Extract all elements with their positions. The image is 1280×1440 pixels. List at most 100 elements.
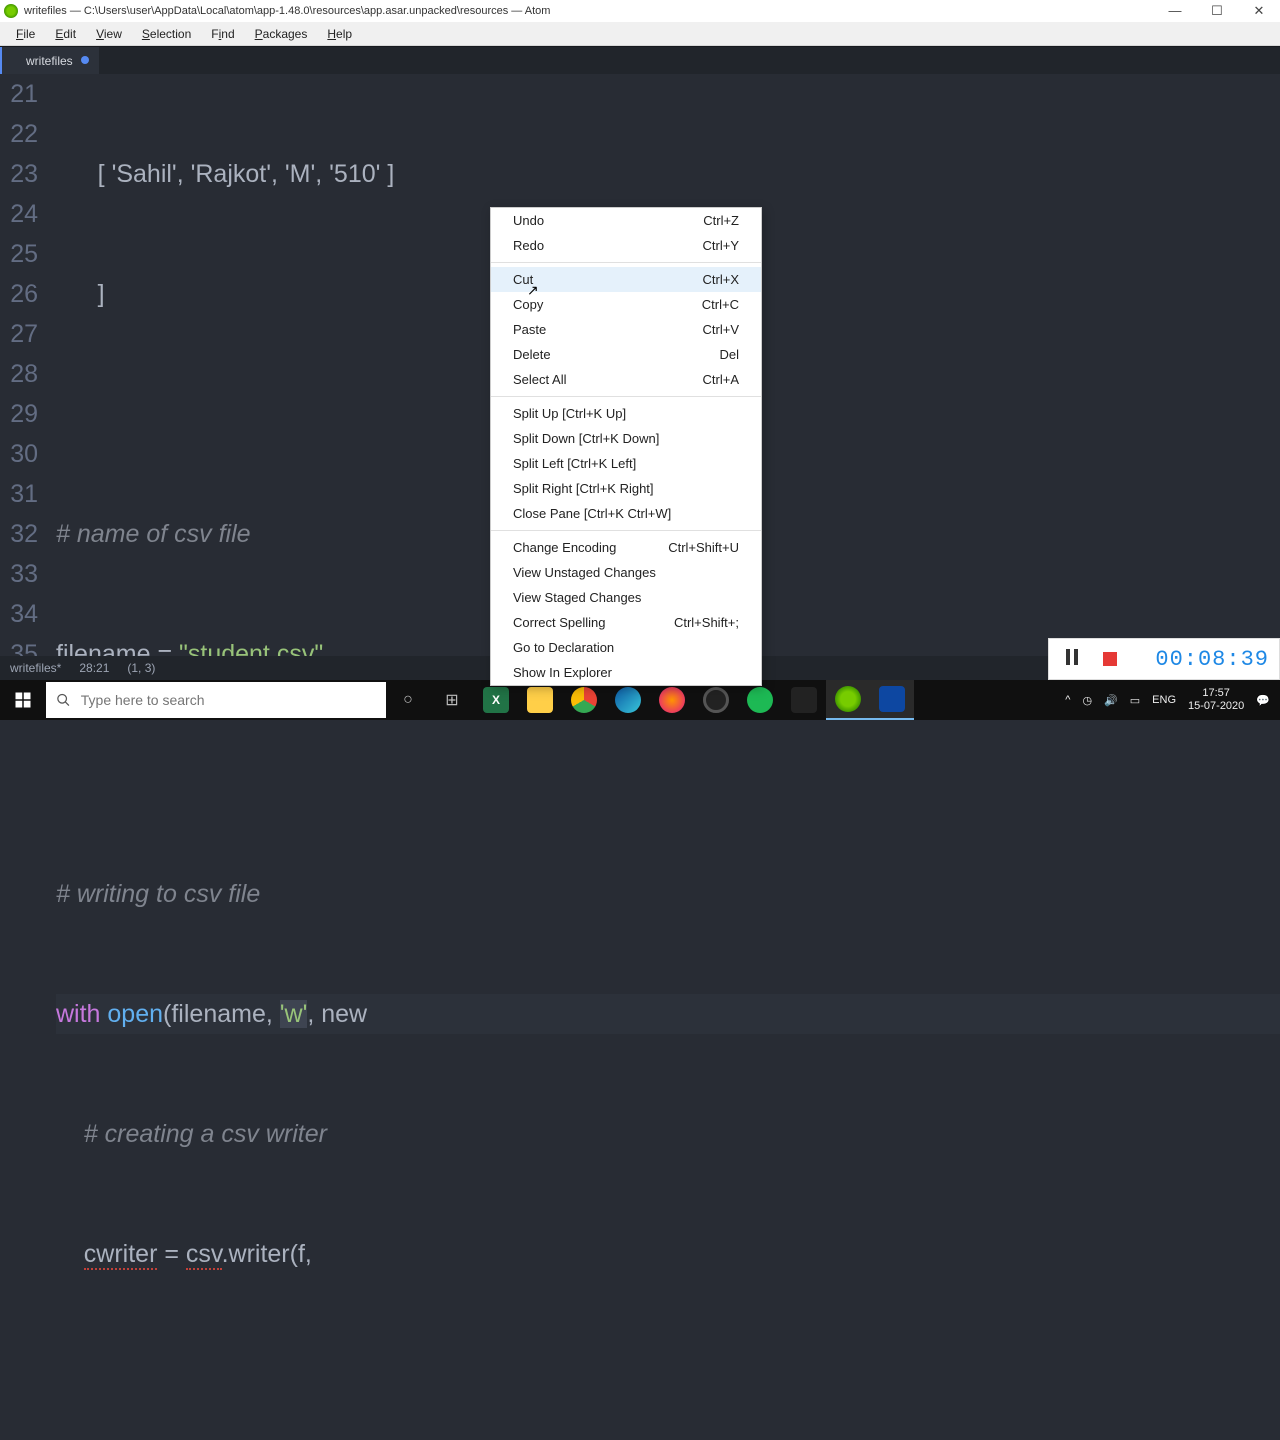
context-menu-item[interactable]: Show In Explorer xyxy=(491,660,761,685)
search-icon xyxy=(56,692,71,708)
tray-clock[interactable]: 17:57 15-07-2020 xyxy=(1188,687,1244,713)
tray-language[interactable]: ENG xyxy=(1152,694,1176,706)
context-menu-shortcut: Ctrl+A xyxy=(703,372,739,387)
code-line xyxy=(56,1354,1280,1394)
atom-icon xyxy=(4,4,18,18)
context-menu-shortcut: Del xyxy=(719,347,739,362)
tray-network-icon[interactable]: ◷ xyxy=(1082,694,1092,707)
tab-bar: writefiles xyxy=(0,46,1280,74)
system-tray: ^ ◷ 🔊 ▭ ENG 17:57 15-07-2020 💬 xyxy=(1065,687,1280,713)
code-line xyxy=(56,754,1280,794)
context-menu-label: View Unstaged Changes xyxy=(513,565,656,580)
menu-find[interactable]: Find xyxy=(201,25,244,43)
context-menu-item[interactable]: Split Left [Ctrl+K Left] xyxy=(491,451,761,476)
close-button[interactable]: ✕ xyxy=(1250,3,1268,19)
context-menu-item[interactable]: Go to Declaration xyxy=(491,635,761,660)
dirty-indicator-icon xyxy=(81,56,89,64)
code-line: # writing to csv file xyxy=(56,874,1280,914)
taskbar: ○ ⊞ X ^ ◷ 🔊 ▭ ENG 17:57 15-07-2020 💬 xyxy=(0,680,1280,720)
tray-battery-icon[interactable]: ▭ xyxy=(1130,694,1140,707)
menu-packages[interactable]: Packages xyxy=(245,25,318,43)
menu-help[interactable]: Help xyxy=(317,25,362,43)
taskbar-app-camera[interactable] xyxy=(870,680,914,720)
context-menu-label: Cut xyxy=(513,272,533,287)
context-menu-label: Split Up [Ctrl+K Up] xyxy=(513,406,626,421)
context-menu-item[interactable]: Close Pane [Ctrl+K Ctrl+W] xyxy=(491,501,761,526)
context-menu-label: View Staged Changes xyxy=(513,590,641,605)
menu-edit[interactable]: Edit xyxy=(45,25,86,43)
context-menu-item[interactable]: Change Encoding Ctrl+Shift+U xyxy=(491,535,761,560)
cortana-icon[interactable]: ○ xyxy=(386,680,430,720)
context-menu-label: Paste xyxy=(513,322,546,337)
context-menu-label: Change Encoding xyxy=(513,540,616,555)
menu-file[interactable]: File xyxy=(6,25,45,43)
menu-separator xyxy=(491,396,761,397)
context-menu-label: Split Left [Ctrl+K Left] xyxy=(513,456,636,471)
context-menu-label: Delete xyxy=(513,347,551,362)
code-line: [ 'Sahil', 'Rajkot', 'M', '510' ] xyxy=(56,154,1280,194)
context-menu-item[interactable]: UndoCtrl+Z xyxy=(491,208,761,233)
context-menu-label: Correct Spelling xyxy=(513,615,606,630)
context-menu-item[interactable]: View Unstaged Changes xyxy=(491,560,761,585)
code-line: with open(filename, 'w', new xyxy=(56,994,1280,1034)
status-filename[interactable]: writefiles* xyxy=(10,661,61,675)
context-menu-label: Undo xyxy=(513,213,544,228)
context-menu-item[interactable]: View Staged Changes xyxy=(491,585,761,610)
context-menu-shortcut: Ctrl+Shift+U xyxy=(668,540,739,555)
context-menu-item[interactable]: CopyCtrl+C xyxy=(491,292,761,317)
tab-writefiles[interactable]: writefiles xyxy=(0,47,99,74)
minimize-button[interactable]: — xyxy=(1166,3,1184,19)
gutter: 212223 242526 272829 303132 333435 xyxy=(0,74,56,656)
tray-volume-icon[interactable]: 🔊 xyxy=(1104,694,1118,707)
context-menu-item[interactable]: Delete Del xyxy=(491,342,761,367)
context-menu: UndoCtrl+ZRedoCtrl+YCutCtrl+XCopyCtrl+CP… xyxy=(490,207,762,686)
stop-recording-button[interactable] xyxy=(1095,644,1125,674)
taskbar-search-input[interactable] xyxy=(81,692,376,708)
taskbar-app-cmd[interactable] xyxy=(782,680,826,720)
status-cursor-pos[interactable]: 28:21 xyxy=(79,661,109,675)
tab-label: writefiles xyxy=(26,54,73,68)
menu-separator xyxy=(491,262,761,263)
context-menu-item[interactable]: Paste Ctrl+V xyxy=(491,317,761,342)
context-menu-item[interactable]: Correct Spelling Ctrl+Shift+; xyxy=(491,610,761,635)
recording-time: 00:08:39 xyxy=(1155,647,1279,672)
context-menu-label: Split Right [Ctrl+K Right] xyxy=(513,481,654,496)
context-menu-item[interactable]: Split Down [Ctrl+K Down] xyxy=(491,426,761,451)
code-line: cwriter = csv.writer(f, xyxy=(56,1234,1280,1274)
context-menu-label: Redo xyxy=(513,238,544,253)
task-view-icon[interactable]: ⊞ xyxy=(430,680,474,720)
taskbar-app-explorer[interactable] xyxy=(518,680,562,720)
context-menu-label: Close Pane [Ctrl+K Ctrl+W] xyxy=(513,506,671,521)
context-menu-item[interactable]: RedoCtrl+Y xyxy=(491,233,761,258)
menu-selection[interactable]: Selection xyxy=(132,25,201,43)
window-title: writefiles — C:\Users\user\AppData\Local… xyxy=(24,5,1166,17)
context-menu-item[interactable]: Split Right [Ctrl+K Right] xyxy=(491,476,761,501)
context-menu-item[interactable]: Select AllCtrl+A xyxy=(491,367,761,392)
taskbar-app-excel[interactable]: X xyxy=(474,680,518,720)
code-line: # creating a csv writer xyxy=(56,1114,1280,1154)
context-menu-item[interactable]: Split Up [Ctrl+K Up] xyxy=(491,401,761,426)
pause-recording-button[interactable] xyxy=(1057,644,1087,674)
menu-view[interactable]: View xyxy=(86,25,132,43)
context-menu-label: Show In Explorer xyxy=(513,665,612,680)
menu-separator xyxy=(491,530,761,531)
taskbar-app-obs[interactable] xyxy=(694,680,738,720)
context-menu-shortcut: Ctrl+V xyxy=(703,322,739,337)
taskbar-app-atom[interactable] xyxy=(826,680,870,720)
tray-notifications-icon[interactable]: 💬 xyxy=(1256,694,1270,707)
context-menu-shortcut: Ctrl+Shift+; xyxy=(674,615,739,630)
screen-recorder-widget: 00:08:39 xyxy=(1048,638,1280,680)
maximize-button[interactable]: ☐ xyxy=(1208,3,1226,19)
context-menu-item[interactable]: Cut Ctrl+X xyxy=(491,267,761,292)
taskbar-app-spotify[interactable] xyxy=(738,680,782,720)
context-menu-shortcut: Ctrl+X xyxy=(703,272,739,287)
taskbar-app-chrome[interactable] xyxy=(562,680,606,720)
taskbar-search[interactable] xyxy=(46,682,386,718)
menubar: File Edit View Selection Find Packages H… xyxy=(0,22,1280,46)
status-selection: (1, 3) xyxy=(127,661,155,675)
taskbar-app-edge[interactable] xyxy=(606,680,650,720)
tray-chevron-icon[interactable]: ^ xyxy=(1065,694,1070,706)
taskbar-app-firefox[interactable] xyxy=(650,680,694,720)
titlebar: writefiles — C:\Users\user\AppData\Local… xyxy=(0,0,1280,22)
start-button[interactable] xyxy=(0,680,46,720)
